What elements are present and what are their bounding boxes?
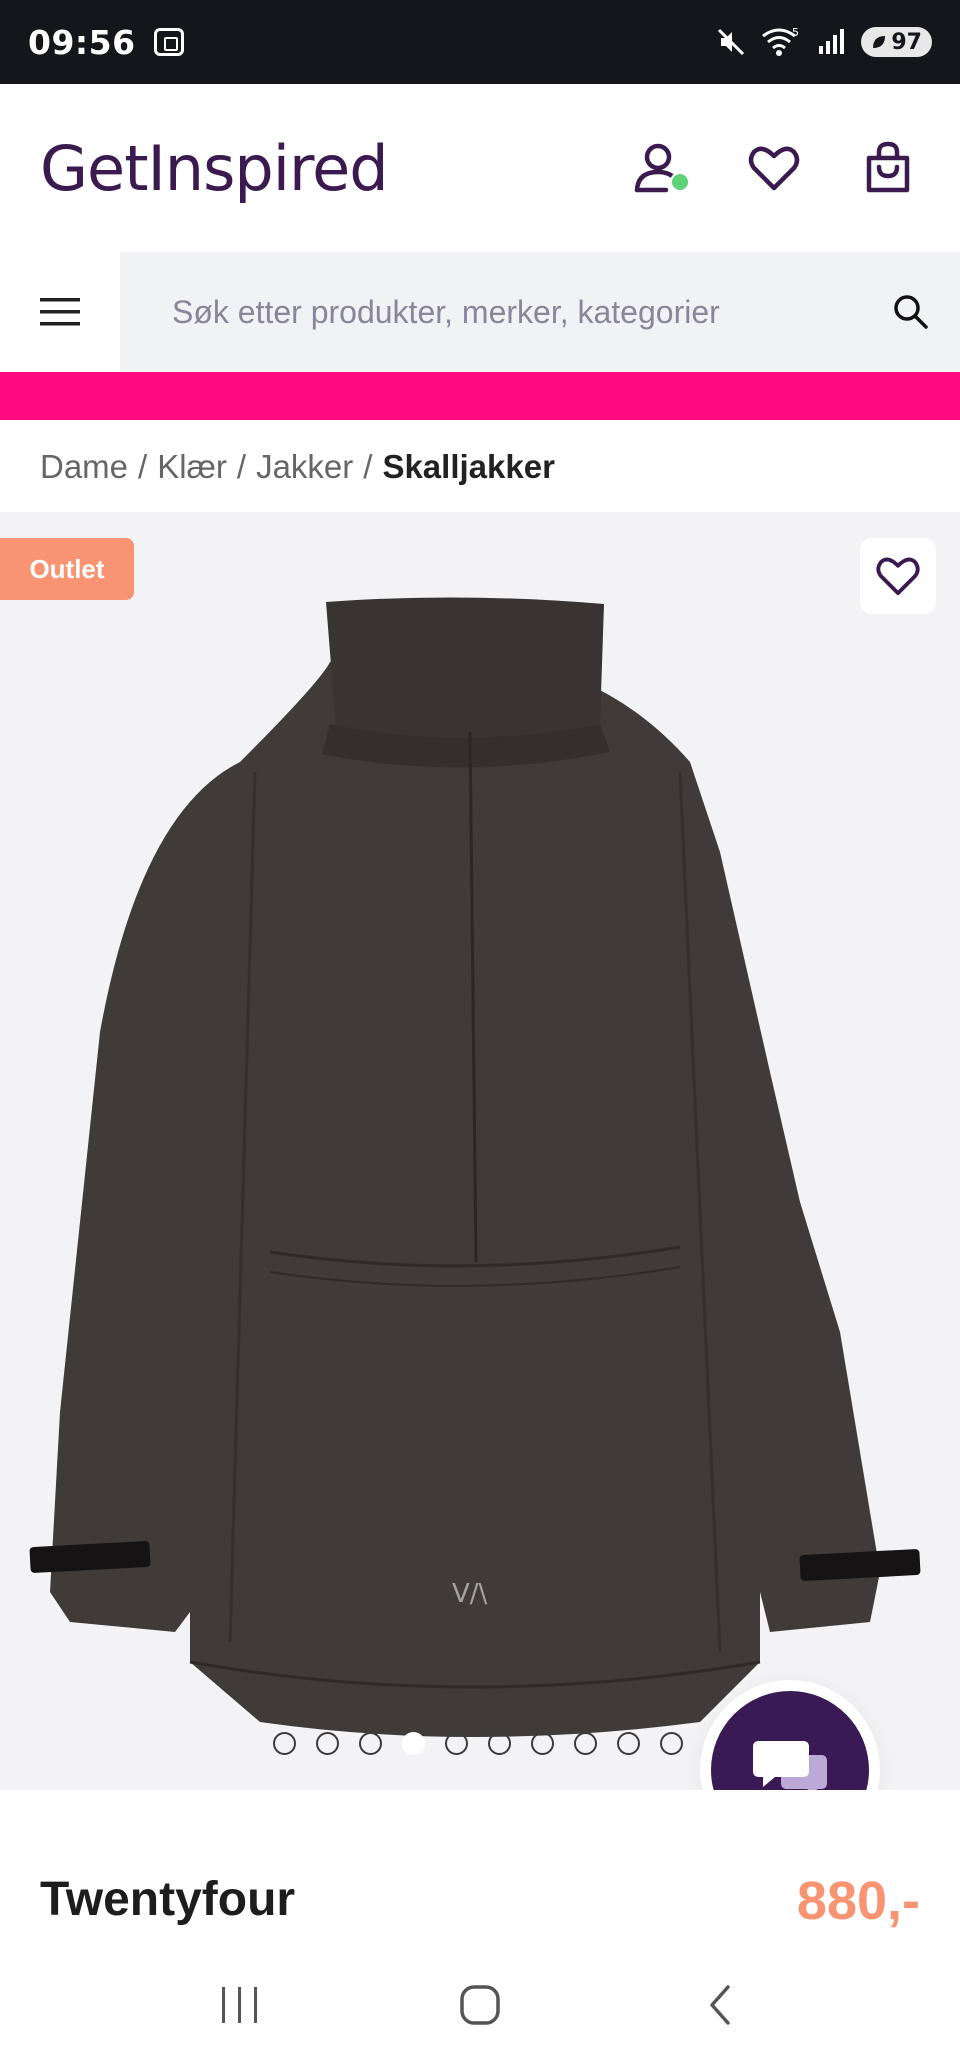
breadcrumb-current: Skalljakker [382, 448, 555, 485]
gallery-dot[interactable] [574, 1732, 597, 1755]
gallery-dot[interactable] [316, 1732, 339, 1755]
battery-indicator: 97 [861, 27, 932, 57]
header-icons [632, 140, 920, 196]
breadcrumb-item[interactable]: Jakker [256, 448, 353, 486]
gallery-dot[interactable] [488, 1732, 511, 1755]
screenshot-icon [153, 28, 184, 56]
hamburger-icon [40, 298, 80, 326]
breadcrumb: Dame / Klær / Jakker / Skalljakker [40, 440, 555, 494]
wifi-icon: 5 [762, 26, 799, 56]
home-icon[interactable] [440, 1975, 520, 2035]
status-time: 09:56 [28, 22, 136, 62]
product-brand[interactable]: Twentyfour [40, 1872, 295, 1927]
breadcrumb-separator: / [236, 448, 247, 485]
search-input[interactable]: Søk etter produkter, merker, kategorier [120, 252, 960, 372]
gallery-dot[interactable] [273, 1732, 296, 1755]
search-row: Søk etter produkter, merker, kategorier [0, 252, 960, 372]
breadcrumb-separator: / [363, 448, 373, 485]
menu-button[interactable] [0, 252, 120, 372]
system-nav-bar [0, 1950, 960, 2059]
network-label: 5 [792, 26, 799, 39]
breadcrumb-item[interactable]: Dame [40, 448, 128, 486]
svg-text:V/\: V/\ [452, 1579, 488, 1609]
gallery-dot[interactable] [359, 1732, 382, 1755]
status-bar: 09:56 5 97 [0, 0, 960, 84]
account-icon[interactable] [632, 140, 690, 196]
recent-apps-icon[interactable] [200, 1975, 280, 2035]
gallery-dots [273, 1732, 683, 1755]
battery-level: 97 [891, 29, 922, 55]
site-logo[interactable]: GetInspired [40, 132, 389, 205]
back-icon[interactable] [680, 1975, 760, 2035]
outlet-badge: Outlet [0, 538, 134, 600]
mute-icon [718, 28, 745, 56]
status-indicators: 5 97 [715, 26, 932, 58]
add-to-wishlist-button[interactable] [860, 538, 936, 614]
product-image[interactable]: V/\ [0, 512, 960, 1790]
gallery-dot[interactable] [660, 1732, 683, 1755]
search-icon[interactable] [892, 293, 930, 331]
site-header: GetInspired [0, 84, 960, 252]
search-placeholder: Søk etter produkter, merker, kategorier [172, 293, 720, 330]
product-price: 880,- [796, 1871, 920, 1931]
gallery-dot[interactable] [617, 1732, 640, 1755]
breadcrumb-separator: / [138, 448, 148, 485]
heart-icon [876, 557, 920, 596]
shopping-bag-icon[interactable] [860, 140, 916, 196]
signal-icon [819, 29, 845, 54]
online-status-dot [670, 172, 690, 192]
gallery-dot-active[interactable] [402, 1732, 425, 1755]
leaf-icon [873, 36, 886, 48]
product-info: Twentyfour 880,- [0, 1790, 960, 1950]
product-gallery[interactable]: V/\ Outlet [0, 512, 960, 1790]
promo-banner[interactable] [0, 372, 960, 420]
breadcrumb-item[interactable]: Klær [157, 448, 227, 486]
gallery-dot[interactable] [445, 1732, 468, 1755]
gallery-dot[interactable] [531, 1732, 554, 1755]
heart-icon[interactable] [746, 140, 802, 196]
